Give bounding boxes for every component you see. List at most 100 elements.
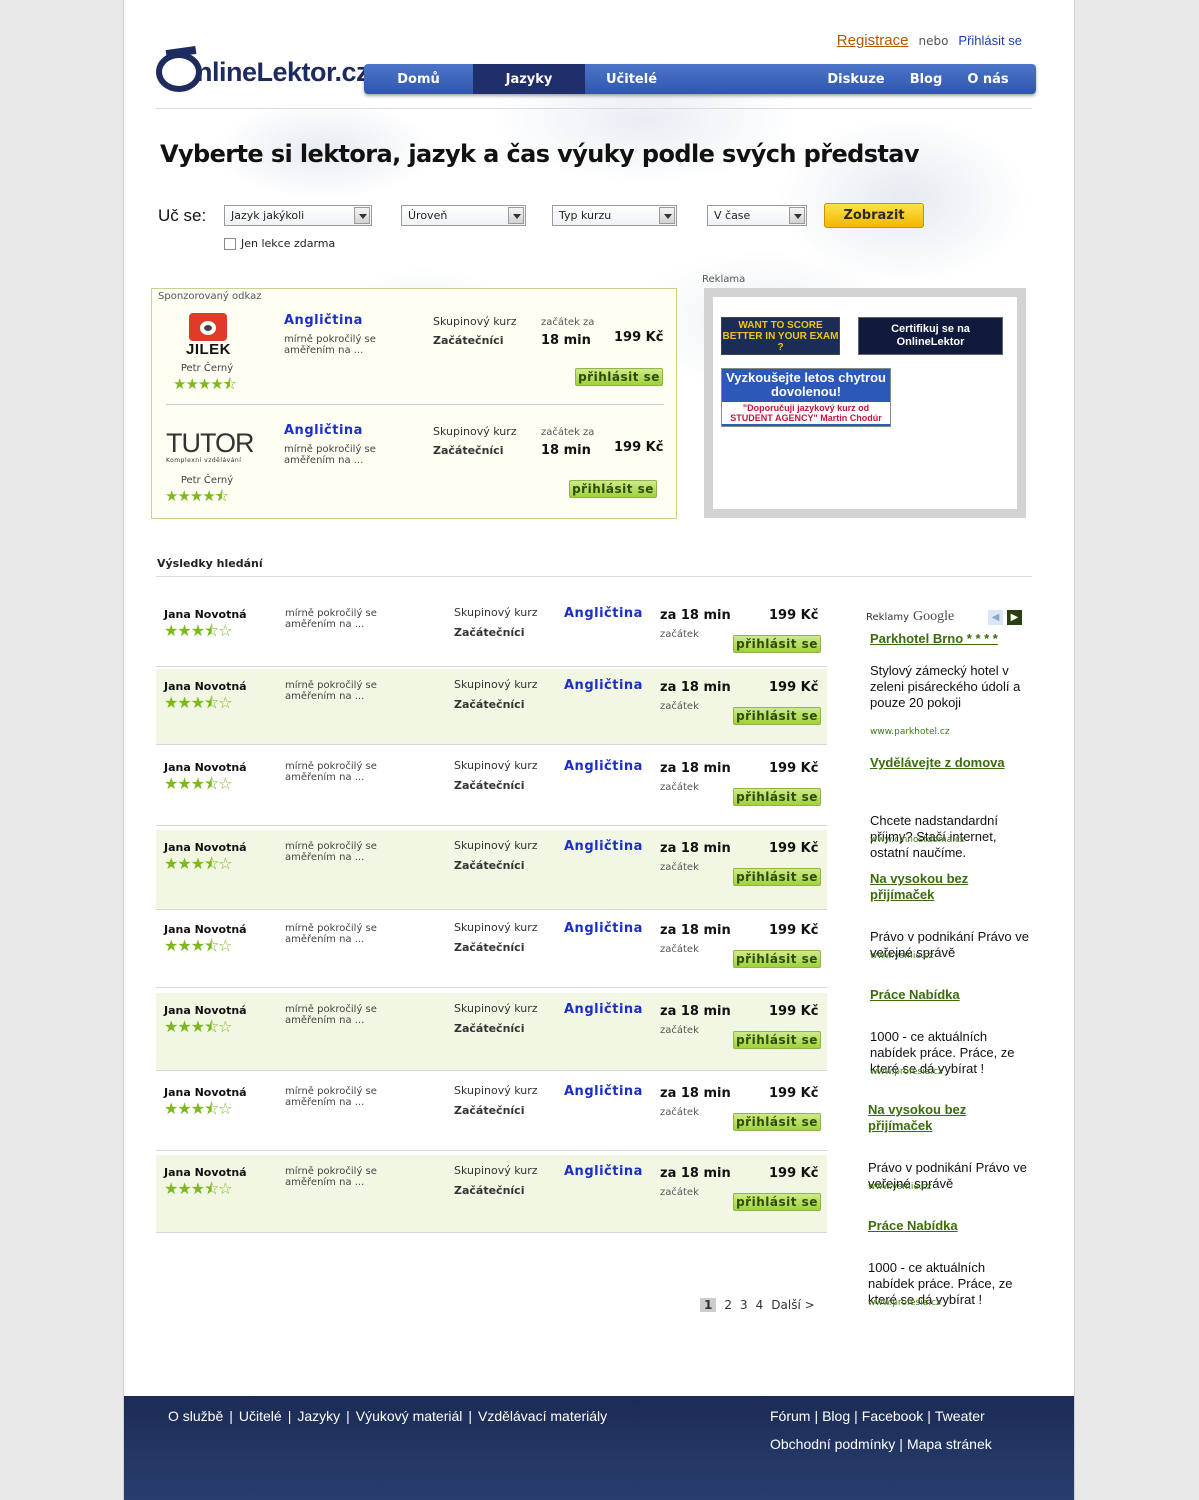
course-type-select-value: Typ kurzu (559, 209, 612, 222)
ad-title-link[interactable]: Na vysokou bez přijímaček (870, 871, 1030, 903)
signup-button[interactable]: přihlásit se (733, 1113, 821, 1131)
language-select[interactable]: Jazyk jakýkoli (224, 205, 372, 226)
header-divider (156, 108, 1032, 109)
footer-forum-link[interactable]: Fórum (770, 1408, 810, 1424)
course-type: Skupinový kurz (454, 839, 538, 852)
start-label: začátek (660, 862, 699, 873)
ad-title-link[interactable]: Parkhotel Brno * * * * (870, 631, 1030, 647)
ad-url[interactable]: www.profesia.cz (870, 1067, 943, 1077)
register-link[interactable]: Registrace (837, 32, 909, 49)
footer-teaching-material-link[interactable]: Výukový materiál (356, 1408, 463, 1424)
language-link[interactable]: Angličtina (564, 921, 643, 936)
certify-banner[interactable]: Certifikuj se na OnlineLektor (858, 317, 1003, 355)
language-link[interactable]: Angličtina (564, 606, 643, 621)
page-1[interactable]: 1 (700, 1298, 717, 1312)
nav-about[interactable]: O nás (956, 64, 1020, 94)
footer-facebook-link[interactable]: Facebook (862, 1408, 923, 1424)
signup-button[interactable]: přihlásit se (733, 707, 821, 725)
ad-title-link[interactable]: Práce Nabídka (868, 1218, 1028, 1234)
footer-blog-link[interactable]: Blog (822, 1408, 850, 1424)
language-link[interactable]: Angličtina (284, 313, 363, 328)
footer-sep: | (854, 1408, 858, 1424)
nav-teachers[interactable]: Učitelé (585, 64, 678, 94)
footer-sitemap-link[interactable]: Mapa stránek (907, 1436, 992, 1452)
page-4[interactable]: 4 (756, 1298, 764, 1312)
next-ad-arrow-icon[interactable]: ▶ (1007, 610, 1022, 625)
signup-button[interactable]: přihlásit se (733, 868, 821, 886)
ad-url[interactable]: www.parkhotel.cz (870, 727, 950, 737)
rating-stars-icon: ★★★⯪☆ (164, 621, 233, 640)
signup-button[interactable]: přihlásit se (733, 1193, 821, 1211)
footer-education-material-link[interactable]: Vzdělávací materiály (478, 1408, 607, 1424)
course-type: Skupinový kurz (454, 759, 538, 772)
student-agency-banner[interactable]: Vyzkoušejte letos chytrou dovolenou! "Do… (721, 368, 891, 427)
course-audience: Začátečníci (454, 859, 525, 872)
prev-ad-arrow-icon[interactable]: ◀ (988, 610, 1003, 625)
account-links: Registrace nebo Přihlásit se (837, 32, 1022, 49)
language-link[interactable]: Angličtina (564, 839, 643, 854)
free-lessons-checkbox[interactable] (224, 237, 236, 250)
tutor-logo-subtitle: Komplexní vzdělávání (166, 457, 242, 464)
signup-button[interactable]: přihlásit se (733, 635, 821, 653)
footer-twitter-link[interactable]: Tweater (935, 1408, 985, 1424)
signup-button[interactable]: přihlásit se (733, 1031, 821, 1049)
nav-discussion[interactable]: Diskuze (816, 64, 896, 94)
level-text: mírně pokročilý se aměřením na ... (285, 1086, 377, 1108)
signup-button[interactable]: přihlásit se (733, 950, 821, 968)
language-link[interactable]: Angličtina (564, 1002, 643, 1017)
free-lessons-filter[interactable]: Jen lekce zdarma (224, 237, 335, 250)
nav-spacer (678, 64, 816, 94)
ad-url[interactable]: www.vsmie.cz (870, 951, 933, 961)
rating-stars-icon: ★★★★⯪ (173, 375, 237, 393)
course-type-select[interactable]: Typ kurzu (552, 205, 677, 226)
ad-label: Reklama (702, 274, 746, 285)
ad-url[interactable]: www.vsmie.cz (868, 1182, 931, 1192)
ad-url[interactable]: www.profesia.cz (868, 1298, 941, 1308)
language-link[interactable]: Angličtina (564, 759, 643, 774)
level-text: mírně pokročilý se aměřením na ... (285, 1166, 377, 1188)
time-select[interactable]: V čase (707, 205, 807, 226)
start-label: začátek (660, 1025, 699, 1036)
rating-stars-icon: ★★★⯪☆ (164, 774, 233, 793)
language-link[interactable]: Angličtina (564, 678, 643, 693)
nav-home[interactable]: Domů (364, 64, 473, 94)
price: 199 Kč (769, 1004, 819, 1019)
nav-blog[interactable]: Blog (896, 64, 956, 94)
footer-sep: | (814, 1408, 819, 1424)
site-logo[interactable]: nlineLektor.cz (156, 50, 370, 94)
ad-title-link[interactable]: Na vysokou bez přijímaček (868, 1102, 1028, 1134)
signup-button[interactable]: přihlásit se (733, 788, 821, 806)
page-2[interactable]: 2 (724, 1298, 732, 1312)
level-text: mírně pokročilý se aměřením na ... (284, 444, 376, 466)
score-banner[interactable]: WANT TO SCORE BETTER IN YOUR EXAM ? (721, 317, 840, 355)
level-select[interactable]: Úroveň (401, 205, 526, 226)
ad-title-link[interactable]: Práce Nabídka (870, 987, 1030, 1003)
signup-button[interactable]: přihlásit se (569, 480, 657, 498)
course-type: Skupinový kurz (454, 1084, 538, 1097)
show-button[interactable]: Zobrazit (824, 203, 924, 228)
course-audience: Začátečníci (433, 444, 504, 457)
jilek-logo[interactable]: JILEK (186, 313, 231, 359)
footer: O službě | Učitelé | Jazyky | Výukový ma… (124, 1396, 1074, 1500)
tutor-logo-text: TUTOR (166, 428, 255, 458)
language-link[interactable]: Angličtina (564, 1084, 643, 1099)
signup-button[interactable]: přihlásit se (575, 368, 663, 386)
language-link[interactable]: Angličtina (564, 1164, 643, 1179)
start-time: za 18 min (660, 923, 731, 938)
next-page-link[interactable]: Další > (771, 1298, 814, 1312)
course-audience: Začátečníci (454, 1184, 525, 1197)
nav-languages[interactable]: Jazyky (473, 64, 585, 94)
language-link[interactable]: Angličtina (284, 423, 363, 438)
footer-teachers-link[interactable]: Učitelé (239, 1408, 282, 1424)
level-text: mírně pokročilý se aměřením na ... (285, 608, 377, 630)
footer-about-link[interactable]: O službě (168, 1408, 223, 1424)
footer-languages-link[interactable]: Jazyky (297, 1408, 340, 1424)
page-3[interactable]: 3 (740, 1298, 748, 1312)
login-link[interactable]: Přihlásit se (958, 33, 1022, 48)
ad-url[interactable]: www.cinnostdoma.cz (870, 835, 965, 845)
start-time: za 18 min (660, 1166, 731, 1181)
footer-terms-link[interactable]: Obchodní podmínky (770, 1436, 895, 1452)
level-text: mírně pokročilý se aměřením na ... (285, 923, 377, 945)
ad-title-link[interactable]: Vydělávejte z domova (870, 755, 1030, 771)
tutor-logo[interactable]: TUTOR Komplexní vzdělávání (166, 428, 255, 464)
